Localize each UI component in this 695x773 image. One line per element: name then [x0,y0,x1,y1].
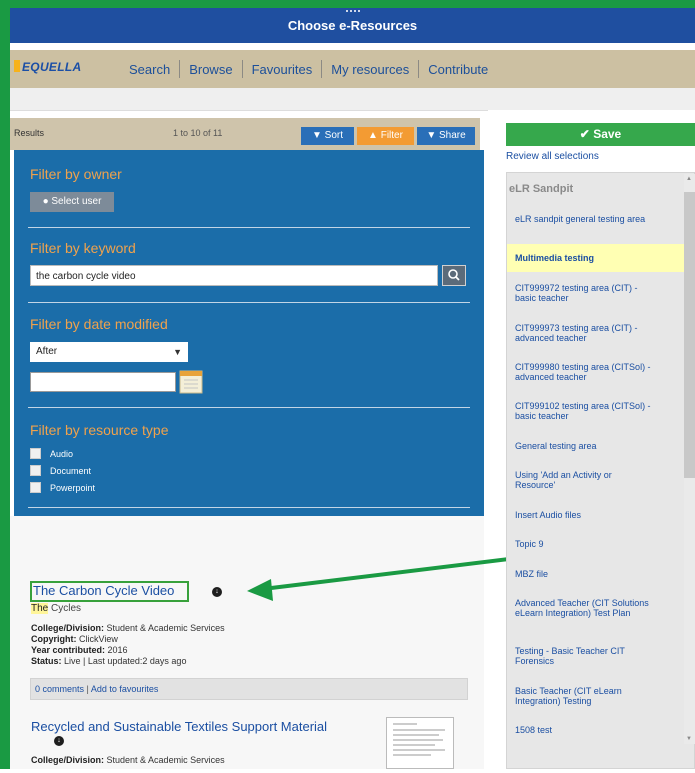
filter-divider [28,227,470,228]
filter-date-title: Filter by date modified [30,316,168,332]
save-button[interactable]: ✔ Save [506,123,695,146]
tree-title: eLR Sandpit [509,183,574,195]
result-title-link[interactable]: Recycled and Sustainable Textiles Suppor… [31,719,327,734]
info-icon[interactable]: ↓ [212,587,222,597]
review-selections-link[interactable]: Review all selections [506,151,599,162]
chevron-down-icon: ▼ [311,130,322,141]
grip-handle[interactable] [345,10,360,12]
filter-button[interactable]: ▲ Filter [357,127,414,145]
results-range: 1 to 10 of 11 [173,128,223,138]
tree-item[interactable]: General testing area [515,441,653,451]
tree-item[interactable]: Basic Teacher (CIT eLearn Integration) T… [515,686,653,706]
dialog-title-bar: Choose e-Resources [10,8,695,43]
type-option-document[interactable]: Document [30,465,91,476]
meta-year: Year contributed: 2016 [31,645,128,655]
meta-status: Status: Live | Last updated:2 days ago [31,656,187,666]
tree-item[interactable]: eLR sandpit general testing area [515,214,653,224]
checkbox[interactable] [30,448,41,459]
scroll-up-icon[interactable]: ▲ [686,176,692,182]
calendar-icon[interactable] [179,370,203,394]
search-band [10,88,488,111]
check-icon: ✔ [579,127,590,141]
tree-item[interactable]: MBZ file [515,569,653,579]
tree-item[interactable]: Using 'Add an Activity or Resource' [515,470,653,490]
tree-item[interactable]: 1508 test [515,725,653,735]
meta-copyright: Copyright: ClickView [31,634,118,644]
tree-item[interactable]: CIT999973 testing area (CIT) - advanced … [515,323,653,343]
selection-band [488,88,695,110]
tree-item[interactable]: Insert Audio files [515,510,653,520]
type-option-powerpoint[interactable]: Powerpoint [30,482,95,493]
dialog-title: Choose e-Resources [287,18,418,33]
tree-item[interactable]: Testing - Basic Teacher CIT Forensics [515,646,653,666]
result-title-link[interactable]: The Carbon Cycle Video [33,583,174,598]
meta-college: College/Division: Student & Academic Ser… [31,755,225,765]
tree-item[interactable]: CIT999972 testing area (CIT) - basic tea… [515,283,653,303]
scroll-down-icon[interactable]: ▼ [686,736,692,742]
select-user-button[interactable]: ● Select user [30,192,114,212]
nav-browse[interactable]: Browse [180,62,241,77]
nav-contribute[interactable]: Contribute [419,62,497,77]
tree-scrollbar-thumb[interactable] [684,192,695,478]
share-button[interactable]: ▼ Share [417,127,475,145]
search-icon [448,269,460,281]
nav-search[interactable]: Search [120,62,179,77]
chevron-up-icon: ▲ [368,130,378,141]
highlight-frame-left [0,0,10,769]
date-modifier-select[interactable]: After ▼ [30,342,188,362]
filter-keyword-title: Filter by keyword [30,240,136,256]
comments-link[interactable]: 0 comments [35,684,84,694]
tree-item-selected[interactable]: Multimedia testing [515,253,653,263]
logo-mark-icon [14,60,20,72]
chevron-down-icon: ▼ [426,130,437,141]
nav-my-resources[interactable]: My resources [322,62,418,77]
info-icon[interactable]: ↓ [54,736,64,746]
tree-item[interactable]: CIT999980 testing area (CITSol) - advanc… [515,362,653,382]
equella-logo: EQUELLA [14,60,81,74]
tree-item[interactable]: Advanced Teacher (CIT Solutions eLearn I… [515,598,653,618]
result-subtitle: The Cycles [31,603,82,614]
main-nav: EQUELLA Search Browse Favourites My reso… [10,50,695,88]
result-actions: 0 comments | Add to favourites [30,678,468,700]
filter-divider [28,507,470,508]
meta-college: College/Division: Student & Academic Ser… [31,623,225,633]
filter-type-title: Filter by resource type [30,422,169,438]
type-option-audio[interactable]: Audio [30,448,73,459]
checkbox[interactable] [30,482,41,493]
results-header: Results 1 to 10 of 11 ▼ Sort ▲ Filter ▼ … [10,118,480,150]
dropdown-arrow-icon: ▼ [173,347,182,357]
keyword-input[interactable]: the carbon cycle video [30,265,438,286]
keyword-search-button[interactable] [442,265,466,286]
tree-item[interactable]: CIT999102 testing area (CITSol) - basic … [515,401,653,421]
filter-panel: Filter by owner ● Select user Filter by … [14,150,484,516]
selection-tree: eLR Sandpit eLR sandpit general testing … [506,172,695,769]
filter-owner-title: Filter by owner [30,166,122,182]
add-favourites-link[interactable]: Add to favourites [91,684,159,694]
results-label: Results [14,128,45,138]
checkbox[interactable] [30,465,41,476]
filter-divider [28,407,470,408]
date-input[interactable] [30,372,176,392]
sort-button[interactable]: ▼ Sort [301,127,354,145]
nav-favourites[interactable]: Favourites [243,62,322,77]
filter-divider [28,302,470,303]
highlight-frame-top [0,0,695,8]
user-icon: ● [42,196,49,207]
document-thumbnail[interactable] [386,717,454,769]
tree-item[interactable]: Topic 9 [515,539,653,549]
